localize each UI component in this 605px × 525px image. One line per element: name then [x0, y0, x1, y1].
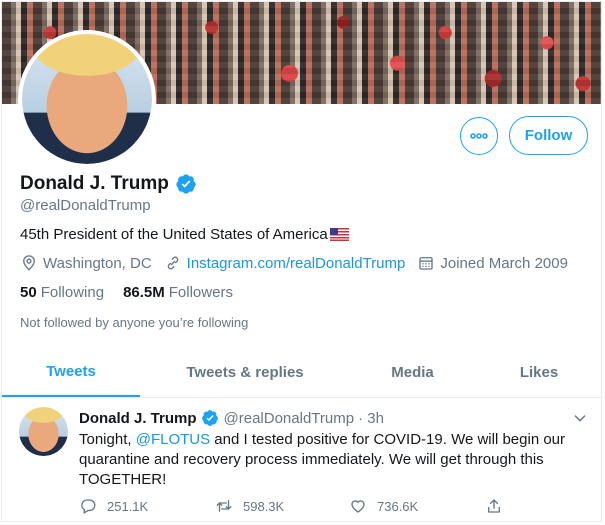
tab-likes[interactable]: Likes — [475, 348, 601, 396]
website-item[interactable]: Instagram.com/realDonaldTrump — [164, 254, 406, 272]
tweet-author-handle[interactable]: @realDonaldTrump — [224, 410, 355, 427]
followers-count: 86.5M — [123, 284, 165, 301]
tweet-text-start: Tonight, — [79, 431, 136, 448]
share-button[interactable] — [485, 497, 513, 515]
tab-media[interactable]: Media — [350, 348, 475, 396]
follow-stats: 50 Following 86.5M Followers — [20, 284, 252, 301]
location-pin-icon — [23, 255, 35, 271]
tweet-avatar[interactable] — [19, 407, 68, 456]
tab-tweets[interactable]: Tweets — [2, 348, 140, 397]
followers-label: Followers — [168, 284, 233, 301]
tweet-mention-link[interactable]: @FLOTUS — [136, 431, 210, 448]
tweet-text: Tonight, @FLOTUS and I tested positive f… — [79, 430, 579, 490]
tweet-actions: 251.1K 598.3K 736.6K — [79, 497, 519, 517]
joined-text: Joined March 2009 — [440, 254, 568, 272]
more-options-button[interactable] — [460, 117, 498, 155]
profile-name-row: Donald J. Trump — [20, 173, 197, 195]
location-text: Washington, DC — [43, 254, 152, 272]
tweet-header: Donald J. Trump @realDonaldTrump · 3h — [79, 409, 384, 427]
bio-text: 45th President of the United States of A… — [20, 226, 328, 243]
tab-tweets-and-replies[interactable]: Tweets & replies — [140, 348, 350, 396]
calendar-icon — [419, 257, 434, 270]
profile-meta: Washington, DC Instagram.com/realDonaldT… — [20, 254, 580, 272]
retweet-button[interactable]: 598.3K — [215, 497, 284, 515]
like-count: 736.6K — [377, 498, 419, 514]
verified-badge-icon — [176, 174, 196, 194]
retweet-count: 598.3K — [243, 498, 285, 514]
like-button[interactable]: 736.6K — [349, 497, 418, 515]
profile-avatar[interactable] — [18, 30, 156, 168]
profile-bio: 45th President of the United States of A… — [20, 226, 349, 243]
display-name: Donald J. Trump — [20, 173, 169, 194]
following-stat[interactable]: 50 Following — [20, 284, 104, 301]
following-label: Following — [40, 284, 105, 301]
share-icon — [488, 499, 500, 513]
follow-button[interactable]: Follow — [509, 116, 588, 155]
followers-you-know-text: Not followed by anyone you’re following — [20, 315, 249, 330]
joined-item: Joined March 2009 — [417, 254, 568, 272]
verified-badge-icon — [201, 410, 218, 426]
reply-icon — [81, 499, 96, 514]
tweet-avatar-photo — [19, 407, 68, 456]
followers-stat[interactable]: 86.5M Followers — [123, 284, 233, 301]
retweet-icon — [216, 500, 232, 512]
profile-page: Follow Donald J. Trump @realDonaldTrump … — [1, 1, 602, 522]
profile-handle: @realDonaldTrump — [20, 197, 151, 214]
link-icon — [167, 256, 178, 270]
following-count: 50 — [20, 284, 37, 301]
profile-tabs: Tweets Tweets & replies Media Likes — [2, 348, 601, 398]
reply-count: 251.1K — [107, 498, 149, 514]
tweet-author-name[interactable]: Donald J. Trump — [79, 410, 197, 427]
chevron-down-icon[interactable] — [572, 410, 588, 426]
tweet-timestamp[interactable]: · 3h — [358, 410, 384, 427]
tweet-card[interactable]: Donald J. Trump @realDonaldTrump · 3h To… — [2, 398, 601, 521]
avatar-photo — [22, 34, 152, 164]
reply-button[interactable]: 251.1K — [79, 497, 148, 515]
location-item: Washington, DC — [20, 254, 152, 272]
website-link[interactable]: Instagram.com/realDonaldTrump — [187, 255, 406, 272]
more-dots-icon — [470, 133, 488, 139]
heart-icon — [351, 500, 365, 513]
us-flag-icon — [329, 228, 349, 241]
